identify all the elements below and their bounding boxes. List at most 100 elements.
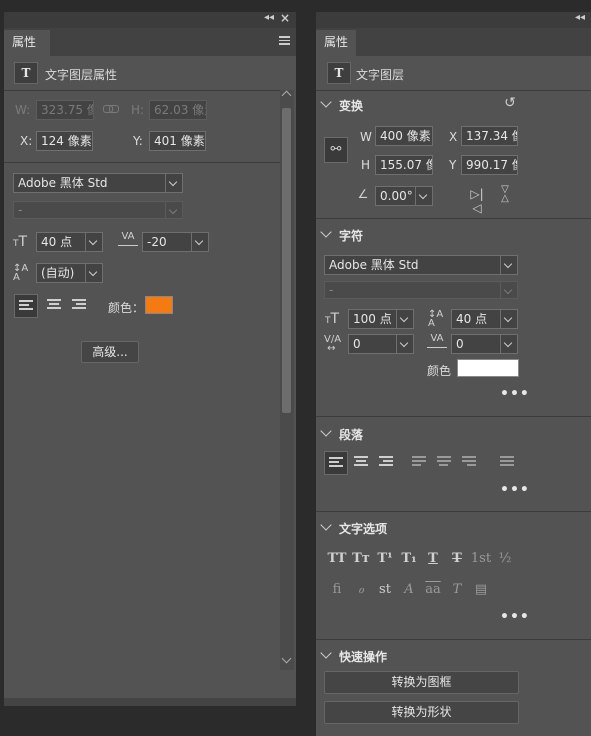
x-input[interactable]: 137.34 像素	[461, 126, 518, 146]
underline-icon[interactable]: T	[422, 551, 444, 566]
justify-left-button[interactable]	[408, 451, 432, 475]
w-input[interactable]: 400 像素	[375, 126, 433, 146]
h-label: H:	[131, 103, 145, 117]
justify-center-button[interactable]	[433, 451, 457, 475]
leading-value: (自动)	[41, 266, 75, 280]
advanced-button[interactable]: 高级...	[81, 341, 139, 363]
font-size-value: 100 点	[353, 312, 392, 326]
tracking-value: 0	[456, 337, 464, 351]
color-swatch[interactable]	[457, 359, 519, 377]
divider	[316, 218, 591, 219]
more-options-icon[interactable]: •••	[500, 386, 530, 402]
discretionary-ligatures-icon[interactable]: ℴ	[350, 582, 372, 597]
ordinal-table-icon[interactable]: ▤	[470, 582, 492, 597]
align-right-button[interactable]	[68, 294, 92, 318]
font-style-select[interactable]: -	[13, 201, 183, 219]
divider	[316, 639, 591, 640]
reset-icon[interactable]: ↺	[502, 95, 518, 111]
scrollbar-track[interactable]	[280, 90, 294, 670]
align-center-button[interactable]	[350, 451, 374, 475]
scroll-down-icon[interactable]	[281, 653, 292, 664]
kerning-select[interactable]: 0	[348, 334, 414, 354]
scrollbar-thumb[interactable]	[282, 108, 291, 413]
font-size-select[interactable]: 100 点	[348, 309, 414, 329]
tab-properties[interactable]: 属性	[316, 30, 356, 56]
tab-properties[interactable]: 属性	[4, 30, 50, 56]
font-size-value: 40 点	[41, 235, 73, 249]
font-family-select[interactable]: Adobe 黑体 Std	[324, 255, 518, 275]
leading-value: 40 点	[456, 312, 488, 326]
text-layer-icon: T	[14, 62, 38, 84]
all-caps-icon[interactable]: TT	[326, 551, 348, 566]
divider	[316, 511, 591, 512]
divider	[316, 416, 591, 417]
divider	[4, 90, 280, 91]
font-size-select[interactable]: 40 点	[36, 232, 103, 252]
y-input[interactable]: 401 像素	[149, 131, 206, 151]
font-family-select[interactable]: Adobe 黑体 Std	[13, 173, 183, 193]
justify-all-button[interactable]	[496, 451, 520, 475]
tracking-select[interactable]: 0	[451, 334, 518, 354]
angle-select[interactable]: 0.00°	[375, 186, 433, 206]
leading-icon: ↕A A	[428, 309, 444, 329]
constrain-proportions-icon[interactable]: ⚯	[324, 137, 348, 163]
y-label: Y:	[133, 134, 143, 148]
font-size-icon: TT	[13, 234, 28, 250]
titling-alternates-icon[interactable]: T	[446, 582, 468, 597]
superscript-icon[interactable]: T¹	[374, 551, 396, 566]
align-left-button[interactable]	[324, 451, 348, 475]
justify-right-button[interactable]	[458, 451, 482, 475]
x-label: X	[449, 130, 458, 144]
tracking-icon: VA	[427, 334, 447, 352]
flip-vertical-icon[interactable]: ▽ △	[496, 185, 514, 204]
h-label: H	[361, 158, 371, 172]
swash-icon[interactable]: A	[398, 582, 420, 597]
kerning-icon: V/A ↔	[324, 334, 342, 354]
stylistic-alternates-icon[interactable]: aa	[422, 582, 444, 597]
stylistic-ligature-icon[interactable]: st	[374, 582, 396, 597]
convert-to-frame-button[interactable]: 转换为图框	[324, 671, 519, 694]
x-label: X:	[20, 134, 33, 148]
text-layer-icon: T	[327, 62, 351, 84]
leading-select[interactable]: 40 点	[451, 309, 518, 329]
left-tab-bar: 属性	[4, 28, 296, 56]
divider	[4, 162, 280, 163]
tracking-value: -20	[147, 235, 167, 249]
more-options-icon[interactable]: •••	[500, 482, 530, 498]
quick-actions-title: 快速操作	[339, 650, 388, 664]
color-swatch[interactable]	[145, 296, 173, 314]
layer-type-label: 文字图层属性	[45, 68, 118, 82]
color-label: 颜色：	[108, 301, 145, 315]
x-input[interactable]: 124 像素	[36, 131, 93, 151]
y-input[interactable]: 990.17 像素	[461, 155, 518, 175]
collapse-icon[interactable]: ◂◂	[264, 12, 274, 23]
small-caps-icon[interactable]: Tт	[350, 551, 372, 566]
more-options-icon[interactable]: •••	[500, 609, 530, 625]
strikethrough-icon[interactable]: T	[446, 551, 468, 566]
font-style-value: -	[329, 283, 334, 297]
align-left-button[interactable]	[14, 294, 38, 318]
font-style-select[interactable]: -	[324, 281, 518, 299]
align-center-button[interactable]	[43, 294, 67, 318]
close-icon[interactable]: ×	[280, 11, 290, 25]
left-panel-body	[4, 56, 296, 698]
collapse-icon[interactable]: ◂◂	[575, 12, 585, 23]
convert-to-shape-button[interactable]: 转换为形状	[324, 701, 519, 724]
fractions-icon[interactable]: ½	[494, 551, 516, 566]
right-tab-bar: 属性	[316, 28, 591, 56]
scroll-up-icon[interactable]	[281, 90, 292, 101]
h-input[interactable]: 155.07 像素	[375, 155, 433, 175]
ordinals-icon[interactable]: 1st	[470, 551, 492, 566]
flip-horizontal-icon[interactable]: ▷|◁	[468, 187, 486, 215]
subscript-icon[interactable]: T₁	[398, 551, 420, 566]
align-right-button[interactable]	[375, 451, 399, 475]
panel-menu-icon[interactable]	[279, 36, 290, 45]
tracking-select[interactable]: -20	[142, 232, 209, 252]
ligatures-icon[interactable]: ﬁ	[326, 582, 348, 597]
h-input[interactable]: 62.03 像素	[149, 100, 207, 120]
leading-select[interactable]: (自动)	[36, 263, 103, 283]
layer-type-label: 文字图层	[356, 68, 405, 82]
paragraph-title: 段落	[339, 428, 364, 442]
w-input[interactable]: 323.75 像素	[36, 100, 94, 120]
link-icon[interactable]	[103, 104, 119, 114]
